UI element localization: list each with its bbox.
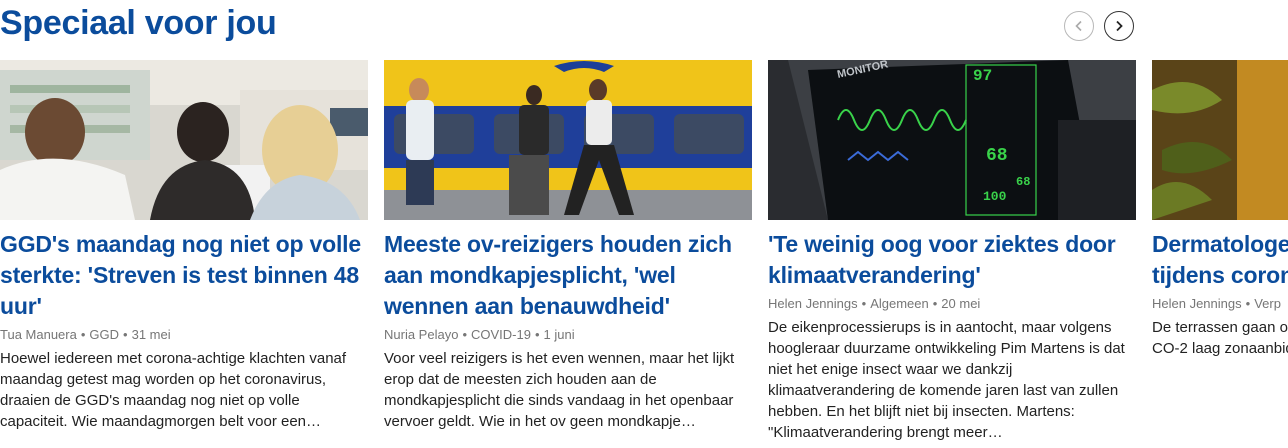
meta-separator: • — [123, 327, 128, 342]
carousel-prev-button[interactable] — [1064, 11, 1094, 41]
meta-separator: • — [932, 296, 938, 311]
article-meta: Tua Manuera • GGD • 31 mei — [0, 326, 368, 344]
article-excerpt: De eikenprocessierups is in aantocht, ma… — [768, 319, 1125, 441]
carousel-next-button[interactable] — [1104, 11, 1134, 41]
article-meta: Helen Jennings • Algemeen • 20 mei — [768, 295, 1136, 313]
chevron-left-icon — [1075, 20, 1082, 32]
article-category[interactable]: GGD — [89, 327, 119, 342]
chevron-right-icon — [1116, 20, 1123, 32]
meta-separator: • — [534, 327, 540, 342]
article-category[interactable]: Verp — [1254, 296, 1281, 311]
article-author: Tua Manuera — [0, 327, 77, 342]
article-excerpt: Voor veel reizigers is het even wennen, … — [384, 350, 735, 430]
article-author: Nuria Pelayo — [384, 327, 459, 342]
meta-separator: • — [80, 327, 86, 342]
article-image-pharmacy — [0, 60, 368, 220]
article-card[interactable]: MONITOR 97 68 100 68 'Te weinig oog voor… — [768, 60, 1136, 448]
article-category[interactable]: Algemeen — [870, 296, 929, 311]
article-category[interactable]: COVID-19 — [471, 327, 531, 342]
article-image-train-platform — [384, 60, 752, 220]
section-title: Speciaal voor jou — [0, 4, 277, 42]
article-image-patient-monitor: MONITOR 97 68 100 68 — [768, 60, 1136, 220]
article-excerpt: De terrassen gaan open, worden drukker e… — [1152, 319, 1288, 357]
article-date: 1 juni — [543, 327, 575, 342]
article-card[interactable]: GGD's maandag nog niet op volle sterkte:… — [0, 60, 368, 448]
meta-separator: • — [861, 296, 867, 311]
article-carousel: GGD's maandag nog niet op volle sterkte:… — [0, 60, 1288, 448]
article-meta: Helen Jennings • Verp — [1152, 295, 1288, 313]
meta-separator: • — [1245, 296, 1251, 311]
article-headline[interactable]: GGD's maandag nog niet op volle sterkte:… — [0, 229, 368, 322]
article-card[interactable]: Dermatologen: minder checks tijdens coro… — [1152, 60, 1288, 448]
article-card[interactable]: Meeste ov-reizigers houden zich aan mond… — [384, 60, 752, 448]
article-author: Helen Jennings — [768, 296, 858, 311]
svg-text:100: 100 — [983, 189, 1007, 204]
article-excerpt: Hoewel iedereen met corona-achtige klach… — [0, 350, 347, 430]
article-author: Helen Jennings — [1152, 296, 1242, 311]
article-headline[interactable]: 'Te weinig oog voor ziektes door klimaat… — [768, 229, 1136, 291]
article-headline[interactable]: Meeste ov-reizigers houden zich aan mond… — [384, 229, 752, 322]
svg-text:97: 97 — [973, 67, 992, 85]
article-date: 20 mei — [941, 296, 981, 311]
article-image-terrace — [1152, 60, 1288, 220]
svg-text:68: 68 — [986, 146, 1008, 166]
meta-separator: • — [462, 327, 467, 342]
article-meta: Nuria Pelayo • COVID-19 • 1 juni — [384, 326, 752, 344]
svg-text:68: 68 — [1016, 175, 1030, 189]
article-date: 31 mei — [131, 327, 171, 342]
article-headline[interactable]: Dermatologen: minder checks tijdens coro… — [1152, 229, 1288, 291]
